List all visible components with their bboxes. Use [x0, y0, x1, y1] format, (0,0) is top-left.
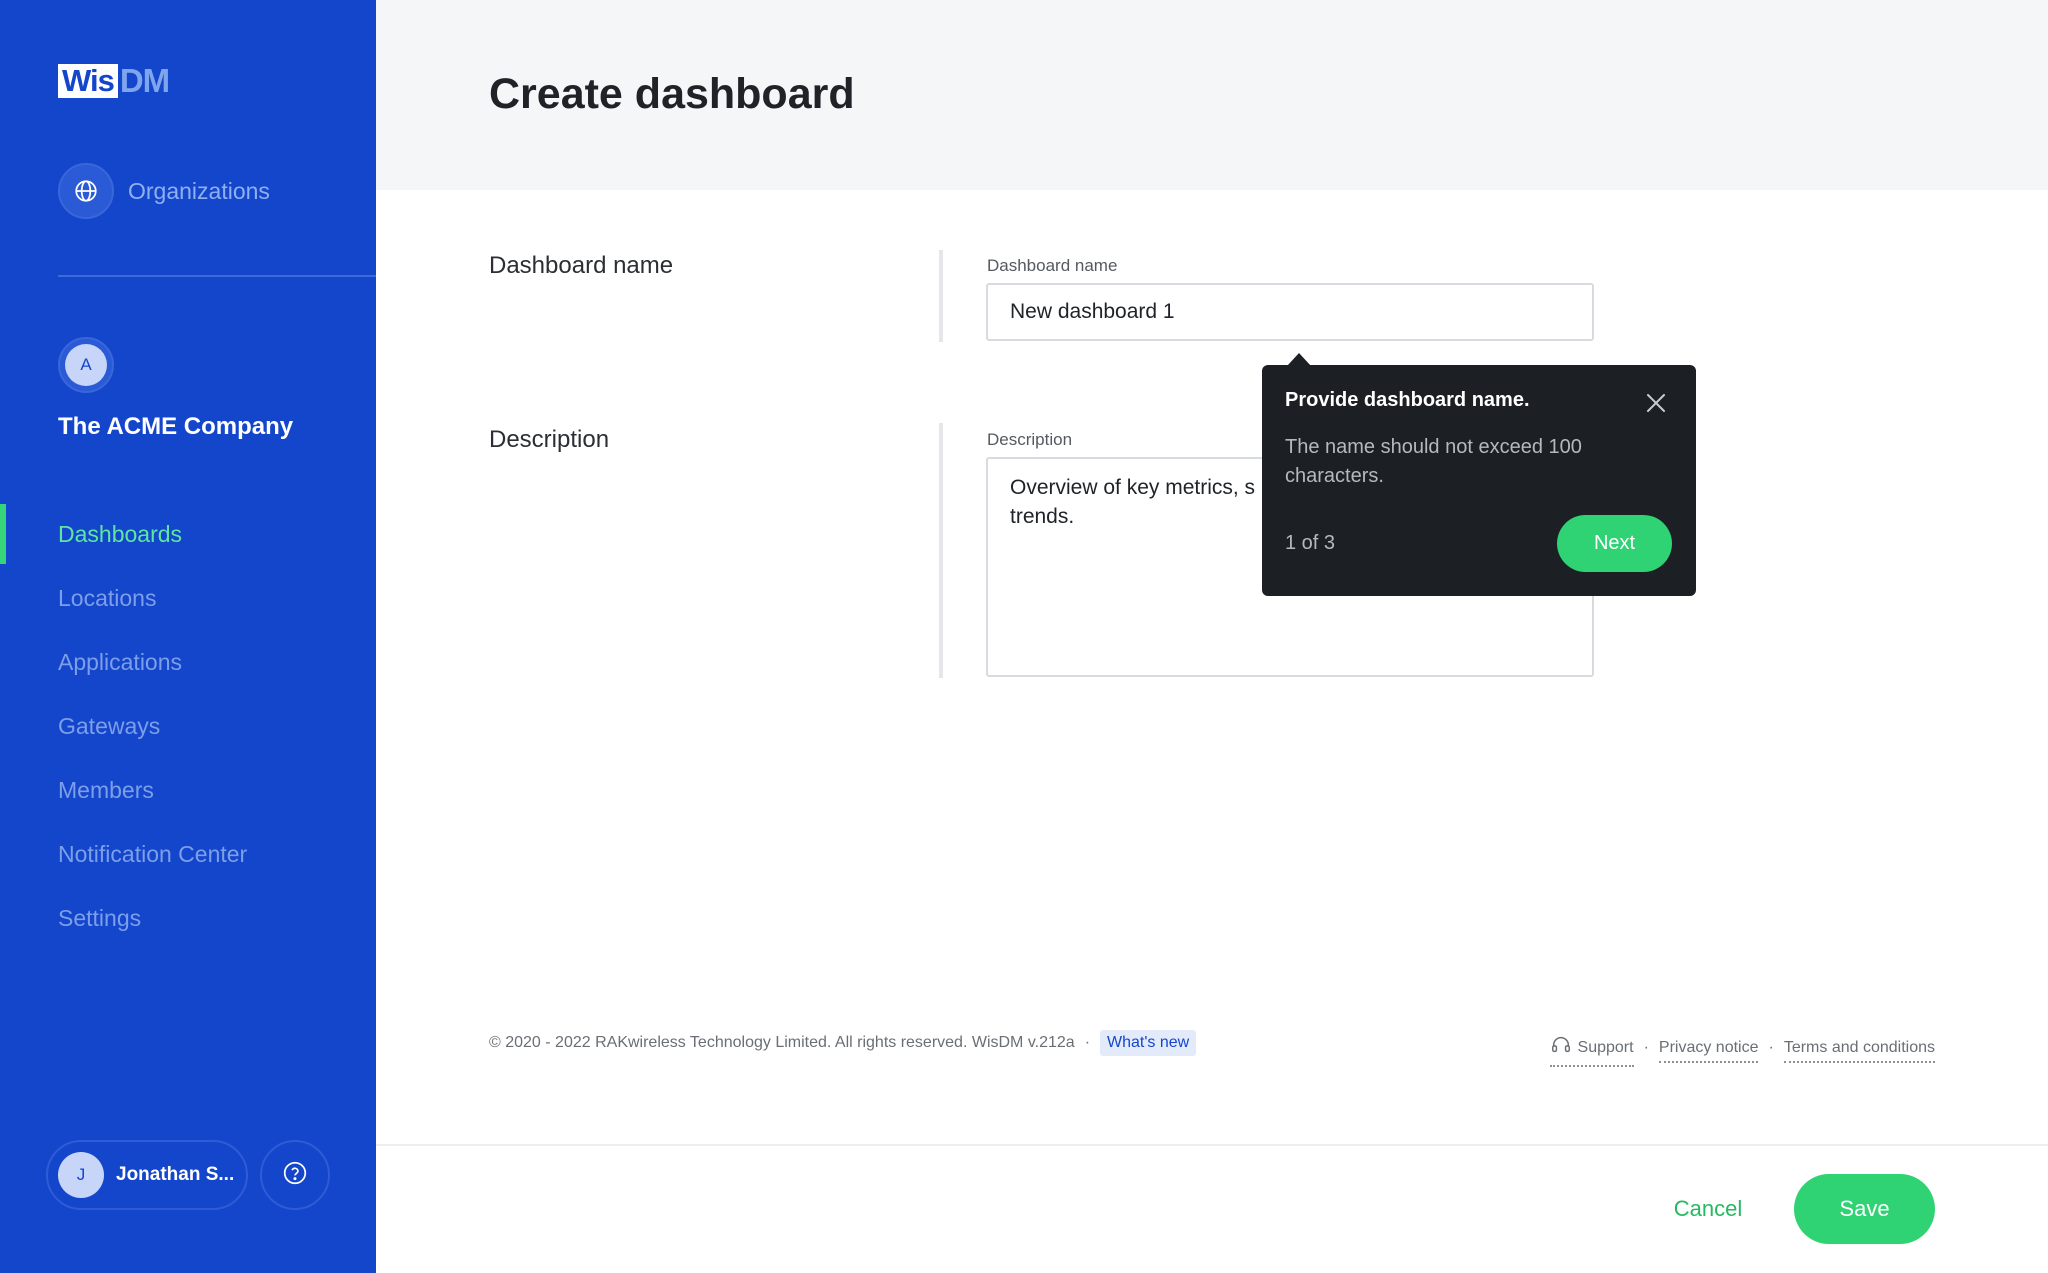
footer-separator: ·	[1643, 1038, 1649, 1056]
sidebar-nav: Dashboards Locations Applications Gatewa…	[0, 502, 376, 950]
wisdm-logo[interactable]: Wis DM	[58, 62, 170, 99]
action-bar-divider	[376, 1144, 2048, 1146]
organizations-link[interactable]: Organizations	[58, 163, 270, 219]
help-circle-icon	[282, 1160, 308, 1191]
tooltip-title: Provide dashboard name.	[1285, 389, 1530, 411]
footer-copyright-row: © 2020 - 2022 RAKwireless Technology Lim…	[489, 1030, 1197, 1056]
support-link[interactable]: Support	[1549, 1034, 1634, 1067]
tooltip-next-button[interactable]: Next	[1557, 515, 1672, 572]
sidebar-item-locations[interactable]: Locations	[0, 566, 376, 630]
sidebar-item-members[interactable]: Members	[0, 758, 376, 822]
support-label: Support	[1577, 1038, 1634, 1056]
company-initial: A	[65, 344, 107, 386]
privacy-notice-link[interactable]: Privacy notice	[1658, 1039, 1759, 1063]
page-header: Create dashboard	[376, 0, 2048, 190]
footer-links: Support · Privacy notice · Terms and con…	[1549, 1034, 1935, 1067]
description-section-label: Description	[489, 426, 610, 453]
dashboard-name-section-label: Dashboard name	[489, 252, 674, 279]
company-avatar[interactable]: A	[58, 337, 114, 393]
logo-dm: DM	[119, 62, 170, 99]
headset-icon	[1550, 1034, 1578, 1061]
company-name: The ACME Company	[58, 413, 294, 440]
sidebar: Wis DM Organizations A The ACME Company …	[0, 0, 376, 1273]
tooltip-step-counter: 1 of 3	[1285, 532, 1336, 554]
save-button[interactable]: Save	[1794, 1174, 1935, 1244]
user-name: Jonathan S...	[116, 1164, 235, 1185]
organizations-label: Organizations	[128, 177, 270, 204]
user-menu-button[interactable]: J Jonathan S...	[46, 1140, 248, 1210]
footer-separator: ·	[1084, 1034, 1091, 1051]
tooltip-body: The name should not exceed 100 character…	[1285, 436, 1582, 487]
description-field-label: Description	[987, 430, 1073, 449]
whats-new-link[interactable]: What's new	[1100, 1030, 1197, 1056]
footer-separator: ·	[1768, 1038, 1774, 1056]
page-title: Create dashboard	[489, 70, 855, 118]
section-divider	[939, 250, 943, 342]
close-icon[interactable]	[1642, 389, 1670, 417]
copyright-text: © 2020 - 2022 RAKwireless Technology Lim…	[489, 1034, 1075, 1051]
sidebar-divider	[58, 275, 376, 277]
tooltip-arrow	[1287, 353, 1311, 366]
help-button[interactable]	[260, 1140, 330, 1210]
terms-link[interactable]: Terms and conditions	[1783, 1039, 1935, 1063]
sidebar-item-gateways[interactable]: Gateways	[0, 694, 376, 758]
cancel-button[interactable]: Cancel	[1660, 1174, 1756, 1244]
user-avatar: J	[58, 1152, 104, 1198]
sidebar-item-applications[interactable]: Applications	[0, 630, 376, 694]
section-divider	[939, 423, 943, 678]
globe-icon	[58, 163, 114, 219]
logo-wis: Wis	[58, 64, 118, 98]
dashboard-name-input[interactable]	[986, 283, 1594, 341]
onboarding-tooltip: Provide dashboard name. The name should …	[1262, 353, 1696, 596]
sidebar-item-settings[interactable]: Settings	[0, 886, 376, 950]
sidebar-item-dashboards[interactable]: Dashboards	[0, 502, 376, 566]
sidebar-item-notification-center[interactable]: Notification Center	[0, 822, 376, 886]
dashboard-name-field-label: Dashboard name	[987, 256, 1118, 275]
